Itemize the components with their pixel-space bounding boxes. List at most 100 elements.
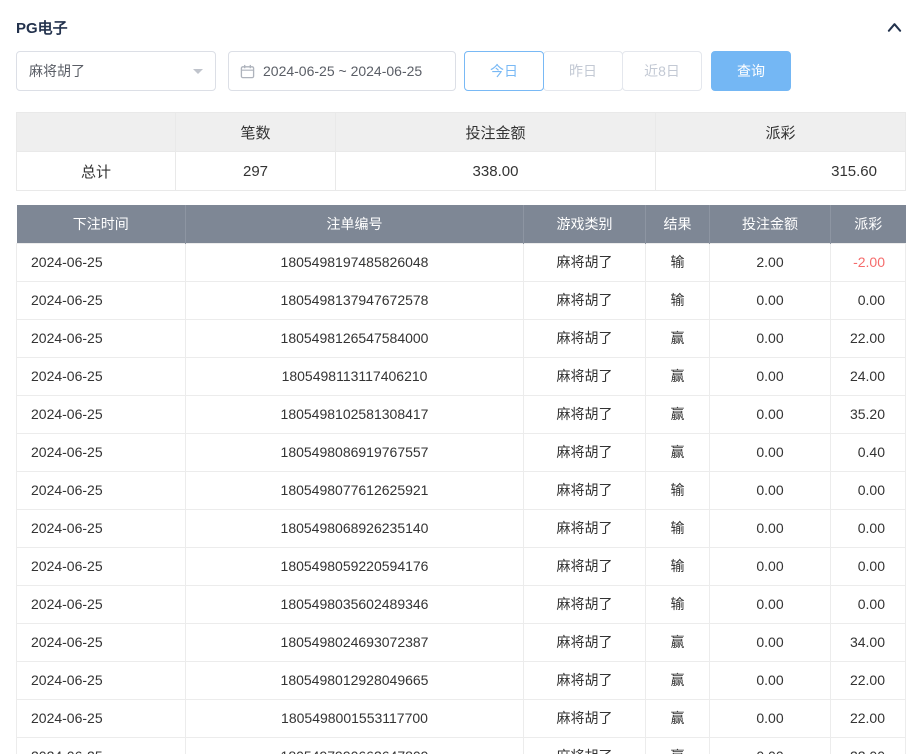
collapse-button[interactable] — [883, 16, 905, 38]
cell-bet-amount: 0.00 — [710, 471, 831, 509]
cell-payout: 0.00 — [831, 281, 906, 319]
table-row: 2024-06-25 1805498113117406210 麻将胡了 赢 0.… — [17, 357, 906, 395]
cell-bet-time: 2024-06-25 — [17, 471, 186, 509]
cell-result: 输 — [646, 585, 710, 623]
cell-payout: 0.00 — [831, 509, 906, 547]
cell-game-type: 麻将胡了 — [524, 319, 646, 357]
cell-payout: 0.00 — [831, 471, 906, 509]
cell-bet-id: 1805497990662647809 — [186, 737, 524, 754]
records-header-row: 下注时间 注单编号 游戏类别 结果 投注金额 派彩 — [17, 205, 906, 243]
cell-bet-time: 2024-06-25 — [17, 547, 186, 585]
cell-bet-amount: 0.00 — [710, 433, 831, 471]
cell-game-type: 麻将胡了 — [524, 661, 646, 699]
cell-bet-amount: 0.00 — [710, 585, 831, 623]
cell-bet-time: 2024-06-25 — [17, 737, 186, 754]
cell-result: 赢 — [646, 623, 710, 661]
cell-payout: 24.00 — [831, 357, 906, 395]
cell-result: 赢 — [646, 661, 710, 699]
cell-payout: 22.00 — [831, 319, 906, 357]
chevron-down-icon — [193, 69, 203, 79]
cell-bet-amount: 0.00 — [710, 395, 831, 433]
cell-payout: 0.00 — [831, 547, 906, 585]
table-row: 2024-06-25 1805498059220594176 麻将胡了 输 0.… — [17, 547, 906, 585]
game-select-value: 麻将胡了 — [29, 61, 85, 81]
panel-title: PG电子 — [16, 17, 68, 38]
cell-bet-time: 2024-06-25 — [17, 433, 186, 471]
cell-bet-amount: 2.00 — [710, 243, 831, 281]
column-header-result: 结果 — [646, 205, 710, 243]
cell-payout: 35.20 — [831, 395, 906, 433]
cell-bet-amount: 0.00 — [710, 547, 831, 585]
table-row: 2024-06-25 1805498086919767557 麻将胡了 赢 0.… — [17, 433, 906, 471]
cell-game-type: 麻将胡了 — [524, 433, 646, 471]
cell-bet-time: 2024-06-25 — [17, 281, 186, 319]
cell-bet-id: 1805498024693072387 — [186, 623, 524, 661]
summary-total-label: 总计 — [17, 152, 176, 191]
cell-payout: -2.00 — [831, 243, 906, 281]
cell-bet-time: 2024-06-25 — [17, 357, 186, 395]
table-row: 2024-06-25 1805498077612625921 麻将胡了 输 0.… — [17, 471, 906, 509]
cell-game-type: 麻将胡了 — [524, 395, 646, 433]
quick-date-button-group: 今日 昨日 近8日 — [464, 51, 702, 91]
cell-bet-id: 1805498086919767557 — [186, 433, 524, 471]
table-row: 2024-06-25 1805498137947672578 麻将胡了 输 0.… — [17, 281, 906, 319]
cell-payout: 22.00 — [831, 661, 906, 699]
table-row: 2024-06-25 1805497990662647809 麻将胡了 赢 0.… — [17, 737, 906, 754]
column-header-payout: 派彩 — [831, 205, 906, 243]
date-range-picker[interactable]: 2024-06-25 ~ 2024-06-25 — [228, 51, 456, 91]
filter-bar: 麻将胡了 2024-06-25 ~ 2024-06-25 今日 昨日 近8日 查… — [16, 51, 905, 91]
quick-button-yesterday[interactable]: 昨日 — [543, 51, 623, 91]
table-row: 2024-06-25 1805498068926235140 麻将胡了 输 0.… — [17, 509, 906, 547]
pg-game-panel: PG电子 麻将胡了 2024-06-25 ~ 2024-06-25 今日 昨日 … — [0, 0, 921, 754]
summary-total-row: 总计 297 338.00 315.60 — [17, 152, 906, 191]
bet-records-table: 下注时间 注单编号 游戏类别 结果 投注金额 派彩 2024-06-25 180… — [16, 205, 906, 754]
game-select[interactable]: 麻将胡了 — [16, 51, 216, 91]
summary-header-bet-amount: 投注金额 — [336, 113, 656, 152]
cell-bet-id: 1805498035602489346 — [186, 585, 524, 623]
cell-result: 赢 — [646, 319, 710, 357]
cell-payout: 0.00 — [831, 585, 906, 623]
quick-button-today[interactable]: 今日 — [464, 51, 544, 91]
cell-bet-id: 1805498068926235140 — [186, 509, 524, 547]
cell-payout: 22.00 — [831, 699, 906, 737]
table-row: 2024-06-25 1805498001553117700 麻将胡了 赢 0.… — [17, 699, 906, 737]
cell-game-type: 麻将胡了 — [524, 509, 646, 547]
summary-total-payout: 315.60 — [656, 152, 906, 191]
cell-bet-time: 2024-06-25 — [17, 623, 186, 661]
table-row: 2024-06-25 1805498102581308417 麻将胡了 赢 0.… — [17, 395, 906, 433]
table-row: 2024-06-25 1805498012928049665 麻将胡了 赢 0.… — [17, 661, 906, 699]
cell-bet-time: 2024-06-25 — [17, 319, 186, 357]
cell-result: 赢 — [646, 395, 710, 433]
cell-result: 输 — [646, 509, 710, 547]
summary-header-count: 笔数 — [176, 113, 336, 152]
cell-result: 赢 — [646, 699, 710, 737]
cell-game-type: 麻将胡了 — [524, 699, 646, 737]
summary-header-empty — [17, 113, 176, 152]
cell-result: 输 — [646, 281, 710, 319]
cell-bet-time: 2024-06-25 — [17, 585, 186, 623]
cell-bet-amount: 0.00 — [710, 319, 831, 357]
cell-bet-amount: 0.00 — [710, 623, 831, 661]
search-button[interactable]: 查询 — [711, 51, 791, 91]
summary-total-bet-amount: 338.00 — [336, 152, 656, 191]
quick-button-last-8-days[interactable]: 近8日 — [622, 51, 702, 91]
cell-bet-id: 1805498001553117700 — [186, 699, 524, 737]
cell-payout: 22.00 — [831, 737, 906, 754]
cell-payout: 34.00 — [831, 623, 906, 661]
cell-bet-amount: 0.00 — [710, 661, 831, 699]
table-row: 2024-06-25 1805498035602489346 麻将胡了 输 0.… — [17, 585, 906, 623]
date-range-value: 2024-06-25 ~ 2024-06-25 — [263, 63, 422, 79]
cell-bet-time: 2024-06-25 — [17, 661, 186, 699]
panel-header: PG电子 — [16, 0, 905, 40]
column-header-bet-time: 下注时间 — [17, 205, 186, 243]
cell-bet-id: 1805498102581308417 — [186, 395, 524, 433]
cell-result: 输 — [646, 547, 710, 585]
column-header-bet-id: 注单编号 — [186, 205, 524, 243]
cell-game-type: 麻将胡了 — [524, 737, 646, 754]
cell-bet-id: 1805498077612625921 — [186, 471, 524, 509]
table-row: 2024-06-25 1805498126547584000 麻将胡了 赢 0.… — [17, 319, 906, 357]
cell-result: 输 — [646, 471, 710, 509]
cell-bet-amount: 0.00 — [710, 737, 831, 754]
cell-bet-amount: 0.00 — [710, 281, 831, 319]
cell-bet-time: 2024-06-25 — [17, 509, 186, 547]
